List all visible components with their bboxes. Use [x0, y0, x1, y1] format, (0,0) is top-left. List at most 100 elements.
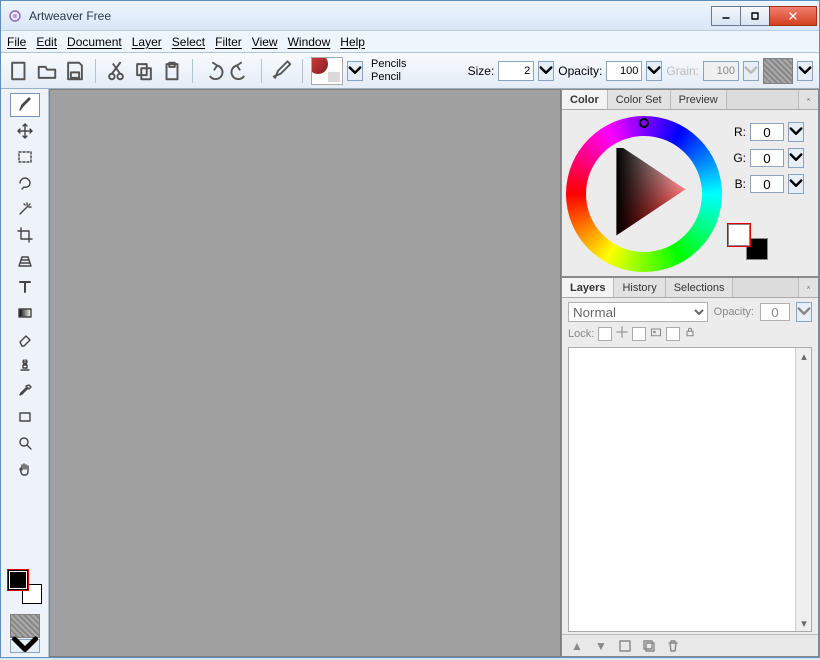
hue-marker-icon[interactable]: [639, 118, 649, 128]
color-panel: Color Color Set Preview: [561, 89, 819, 277]
gradient-tool[interactable]: [10, 301, 40, 325]
lock-image-checkbox[interactable]: [632, 327, 646, 341]
minimize-button[interactable]: [711, 6, 741, 26]
menu-document[interactable]: Document: [67, 35, 122, 49]
new-button[interactable]: [7, 59, 31, 83]
perspective-grid-tool[interactable]: [10, 249, 40, 273]
save-button[interactable]: [63, 59, 87, 83]
mini-fg-swatch[interactable]: [728, 224, 750, 246]
cut-button[interactable]: [104, 59, 128, 83]
layer-scrollbar[interactable]: ▴ ▾: [795, 348, 811, 631]
paper-mini-dropdown[interactable]: [10, 639, 40, 653]
eyedropper-tool[interactable]: [10, 379, 40, 403]
grain-input: [703, 61, 739, 81]
delete-layer-icon[interactable]: [666, 639, 680, 653]
grain-field: Grain:: [666, 61, 759, 81]
blend-mode-select[interactable]: Normal: [568, 302, 708, 322]
r-input[interactable]: [750, 123, 784, 141]
b-dropdown[interactable]: [788, 174, 804, 194]
layer-list[interactable]: ▴ ▾: [568, 347, 812, 632]
menu-window[interactable]: Window: [288, 35, 331, 49]
g-input[interactable]: [750, 149, 784, 167]
copy-button[interactable]: [132, 59, 156, 83]
grain-dropdown: [743, 61, 759, 81]
opacity-dropdown[interactable]: [646, 61, 662, 81]
redo-button[interactable]: [229, 59, 253, 83]
undo-button[interactable]: [201, 59, 225, 83]
brush-tool[interactable]: [10, 93, 40, 117]
hand-tool[interactable]: [10, 457, 40, 481]
menu-select[interactable]: Select: [172, 35, 205, 49]
stamp-tool[interactable]: [10, 353, 40, 377]
lasso-tool[interactable]: [10, 171, 40, 195]
layers-panel: Layers History Selections Normal Opacity…: [561, 277, 819, 657]
grain-label: Grain:: [666, 64, 699, 78]
color-swatches[interactable]: [8, 570, 42, 604]
foreground-color-swatch[interactable]: [8, 570, 28, 590]
menu-file[interactable]: File: [7, 35, 26, 49]
menu-view[interactable]: View: [252, 35, 278, 49]
layers-panel-menu[interactable]: [798, 278, 818, 297]
menu-help[interactable]: Help: [340, 35, 365, 49]
size-label: Size:: [468, 64, 495, 78]
maximize-button[interactable]: [740, 6, 770, 26]
layer-footer: ▲ ▼: [562, 634, 818, 656]
open-button[interactable]: [35, 59, 59, 83]
color-panel-menu[interactable]: [798, 90, 818, 109]
paper-dropdown[interactable]: [797, 61, 813, 81]
shape-tool[interactable]: [10, 405, 40, 429]
brush-preview-dropdown[interactable]: [347, 61, 363, 81]
layer-up-icon[interactable]: ▲: [570, 639, 584, 653]
window-buttons: [712, 6, 817, 26]
magic-wand-tool[interactable]: [10, 197, 40, 221]
b-input[interactable]: [750, 175, 784, 193]
layer-down-icon[interactable]: ▼: [594, 639, 608, 653]
opacity-input[interactable]: [606, 61, 642, 81]
r-dropdown[interactable]: [788, 122, 804, 142]
paste-button[interactable]: [160, 59, 184, 83]
zoom-tool[interactable]: [10, 431, 40, 455]
color-wheel[interactable]: [566, 116, 722, 272]
rect-select-tool[interactable]: [10, 145, 40, 169]
size-field: Size:: [468, 61, 555, 81]
menu-layer[interactable]: Layer: [132, 35, 162, 49]
new-layer-icon[interactable]: [618, 639, 632, 653]
tab-layers[interactable]: Layers: [562, 278, 614, 297]
crop-tool[interactable]: [10, 223, 40, 247]
lock-label: Lock:: [568, 328, 594, 340]
size-input[interactable]: [498, 61, 534, 81]
app-icon: [7, 8, 23, 24]
brush-toolbutton[interactable]: [270, 59, 294, 83]
move-tool[interactable]: [10, 119, 40, 143]
menu-edit[interactable]: Edit: [36, 35, 57, 49]
lock-pixels-checkbox[interactable]: [598, 327, 612, 341]
opacity-field: Opacity:: [558, 61, 662, 81]
tab-preview[interactable]: Preview: [671, 90, 727, 109]
tab-history[interactable]: History: [614, 278, 665, 297]
tab-selections[interactable]: Selections: [666, 278, 734, 297]
sv-triangle[interactable]: [598, 148, 690, 240]
size-dropdown[interactable]: [538, 61, 554, 81]
mini-swatches[interactable]: [728, 224, 768, 260]
scroll-down-icon[interactable]: ▾: [796, 615, 812, 631]
g-dropdown[interactable]: [788, 148, 804, 168]
new-group-icon[interactable]: [642, 639, 656, 653]
canvas-area[interactable]: [49, 89, 561, 657]
menu-filter[interactable]: Filter: [215, 35, 242, 49]
layer-opacity-input[interactable]: [760, 303, 790, 321]
lock-all-checkbox[interactable]: [666, 327, 680, 341]
paper-swatch[interactable]: [763, 58, 793, 84]
tab-color-set[interactable]: Color Set: [608, 90, 671, 109]
main-toolbar: Pencils Pencil Size: Opacity: Grain:: [1, 53, 819, 89]
close-button[interactable]: [769, 6, 817, 26]
scroll-up-icon[interactable]: ▴: [796, 348, 812, 364]
eraser-tool[interactable]: [10, 327, 40, 351]
tab-color[interactable]: Color: [562, 90, 608, 109]
text-tool[interactable]: [10, 275, 40, 299]
brush-preview[interactable]: [311, 57, 343, 85]
layer-opacity-dropdown[interactable]: [796, 302, 812, 322]
opacity-label: Opacity:: [558, 64, 602, 78]
panel-column: Color Color Set Preview: [561, 89, 819, 657]
menubar: File Edit Document Layer Select Filter V…: [1, 31, 819, 53]
lock-move-icon[interactable]: [616, 326, 628, 341]
